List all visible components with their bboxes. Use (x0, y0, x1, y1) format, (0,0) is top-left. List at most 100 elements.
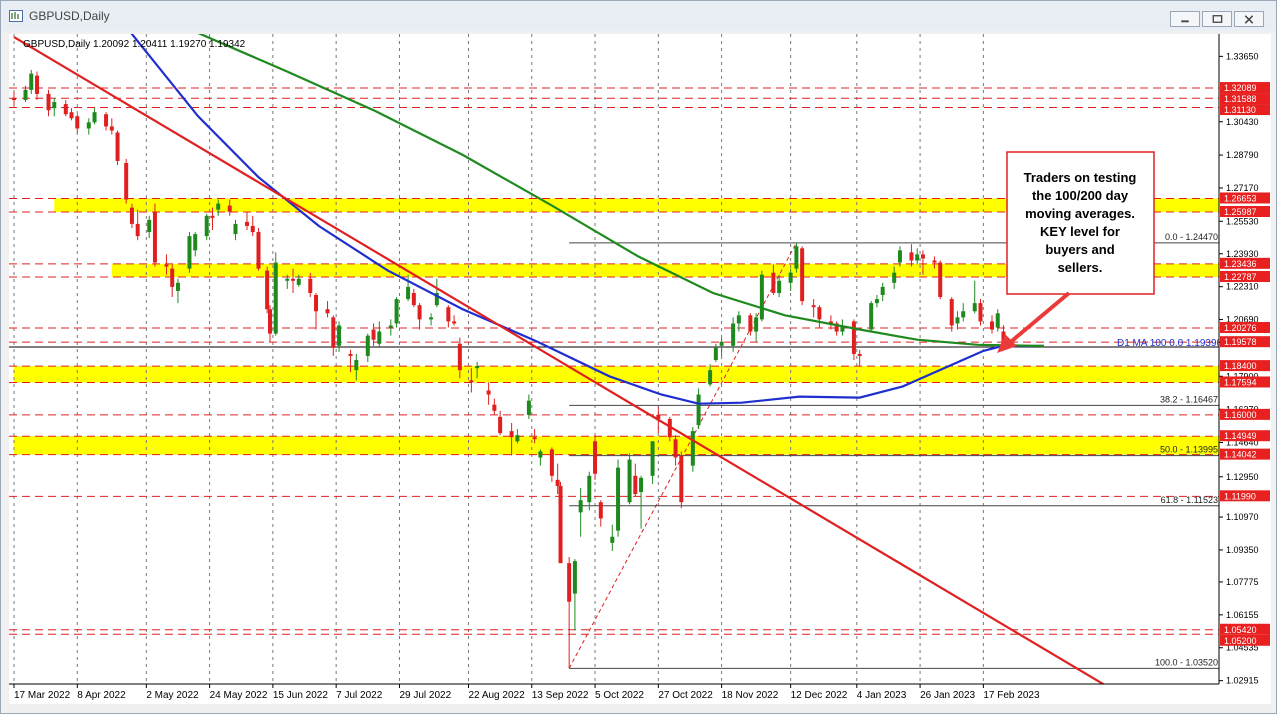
fib-label-0: 0.0 - 1.24470 (1165, 232, 1218, 242)
candle-body-15 (129, 207, 134, 224)
candle-body-44 (354, 360, 359, 371)
annotation-line-3: moving averages. (1025, 206, 1135, 221)
candle-body-11 (104, 114, 109, 127)
candle-body-24 (204, 215, 209, 237)
candle-body-35 (285, 278, 290, 281)
candle-body-16 (135, 223, 140, 237)
candle-body-113 (897, 250, 902, 263)
candle-body-95 (754, 317, 759, 332)
candle-body-94 (748, 315, 753, 332)
price-label-9: 1.18400 (1224, 361, 1257, 371)
candle-body-66 (532, 437, 537, 440)
candle-body-26 (216, 203, 221, 210)
candle-body-60 (486, 390, 491, 395)
candle-body-31 (256, 232, 261, 269)
fib-label-3: 61.8 - 1.11523 (1161, 495, 1218, 505)
chart-area[interactable]: D1 MA 100 0.0 1.19390 0.0 - 1.24470 38.2 … (9, 26, 1271, 704)
annotation-line-4: KEY level for (1040, 224, 1120, 239)
candle-body-114 (909, 252, 914, 261)
candle-body-27 (227, 205, 232, 212)
candle-body-69 (555, 479, 560, 486)
candle-body-33 (268, 309, 273, 334)
candle-body-103 (817, 307, 822, 320)
x-tick-label-5: 7 Jul 2022 (336, 690, 383, 701)
candle-body-96 (759, 274, 764, 320)
candle-body-123 (978, 303, 983, 322)
x-tick-label-9: 5 Oct 2022 (595, 690, 644, 701)
candle-body-65 (526, 400, 531, 415)
candle-body-90 (713, 347, 718, 361)
candle-body-18 (152, 211, 157, 263)
candle-body-64 (515, 435, 520, 442)
x-tick-label-10: 27 Oct 2022 (658, 690, 713, 701)
candle-body-117 (932, 260, 937, 263)
candle-body-53 (429, 317, 434, 320)
annotation-line-6: sellers. (1058, 260, 1103, 275)
x-tick-label-11: 18 Nov 2022 (722, 690, 779, 701)
price-label-4: 1.25987 (1224, 207, 1257, 217)
candle-body-38 (308, 278, 313, 293)
price-label-0: 1.32089 (1224, 83, 1257, 93)
fib-label-2: 50.0 - 1.13995 (1160, 445, 1218, 455)
price-label-10: 1.17594 (1224, 377, 1257, 387)
candle-body-36 (291, 278, 296, 281)
close-button[interactable] (1234, 11, 1264, 27)
x-tick-label-14: 26 Jan 2023 (920, 690, 975, 701)
candle-body-122 (972, 303, 977, 312)
candle-body-116 (920, 254, 925, 259)
candle-body-67 (538, 451, 543, 458)
fib-label-4: 100.0 - 1.03520 (1155, 657, 1218, 667)
candle-body-59 (475, 366, 480, 369)
candle-body-109 (869, 303, 874, 330)
price-label-5: 1.23436 (1224, 259, 1257, 269)
x-tick-label-4: 15 Jun 2022 (273, 690, 328, 701)
candle-body-21 (175, 282, 180, 291)
restore-button[interactable] (1202, 11, 1232, 27)
candle-body-17 (147, 219, 152, 233)
candle-body-73 (578, 500, 583, 513)
candle-body-102 (811, 305, 816, 308)
y-tick-label-16: 1.06155 (1226, 610, 1259, 620)
candle-body-124 (989, 321, 994, 330)
candle-body-115 (915, 254, 920, 261)
price-label-11: 1.16000 (1224, 410, 1257, 420)
y-tick-label-13: 1.10970 (1226, 512, 1259, 522)
candle-body-80 (633, 475, 638, 495)
candle-body-107 (851, 321, 856, 354)
candle-body-25 (210, 215, 215, 218)
candle-body-81 (639, 477, 644, 493)
candle-body-125 (995, 313, 1000, 328)
candle-body-49 (394, 299, 399, 324)
candle-body-7 (69, 112, 74, 119)
candle-body-52 (417, 305, 422, 320)
y-tick-label-6: 1.22310 (1226, 282, 1259, 292)
restore-icon (1212, 15, 1223, 23)
candle-body-98 (777, 280, 782, 293)
x-tick-label-6: 29 Jul 2022 (399, 690, 451, 701)
candle-body-40 (325, 309, 330, 314)
annotation-box: Traders on testing the 100/200 day movin… (1006, 151, 1155, 295)
candle-body-1 (23, 89, 28, 101)
minimize-button[interactable] (1170, 11, 1200, 27)
price-chart[interactable]: D1 MA 100 0.0 1.19390 0.0 - 1.24470 38.2 … (9, 26, 1271, 704)
price-label-2: 1.31130 (1224, 105, 1256, 115)
candle-body-28 (233, 223, 238, 235)
candle-body-14 (124, 162, 129, 200)
price-label-13: 1.14042 (1224, 450, 1257, 460)
price-label-8: 1.19578 (1224, 337, 1257, 347)
candle-body-23 (193, 234, 198, 251)
x-tick-label-0: 17 Mar 2022 (14, 690, 71, 701)
x-tick-label-3: 24 May 2022 (210, 690, 268, 701)
y-tick-label-0: 1.33650 (1226, 51, 1259, 61)
candle-body-10 (92, 112, 97, 123)
candle-body-29 (244, 221, 249, 226)
candle-body-39 (314, 295, 319, 312)
candle-body-110 (874, 299, 879, 304)
fib-label-1: 38.2 - 1.16467 (1160, 394, 1218, 404)
y-tick-label-18: 1.02915 (1226, 676, 1259, 686)
title-bar[interactable]: GBPUSD,Daily (1, 1, 1276, 31)
chart-window: GBPUSD,Daily D1 MA 100 0.0 1.19390 0.0 -… (0, 0, 1277, 714)
candle-body-37 (296, 278, 301, 285)
y-tick-label-4: 1.25530 (1226, 216, 1259, 226)
candle-body-0 (12, 97, 16, 101)
